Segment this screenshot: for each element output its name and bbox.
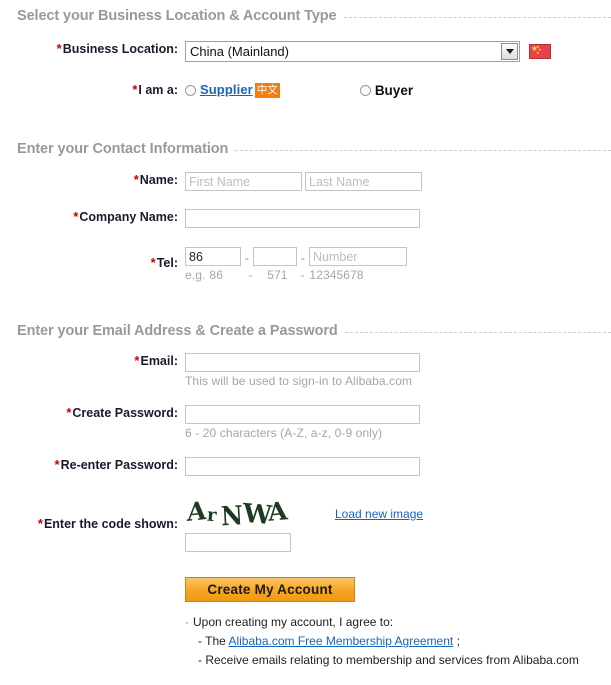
label-email-text: Email: [140, 354, 178, 368]
tel-hint-dash-2: - [300, 268, 305, 282]
supplier-option[interactable]: Supplier 中文 [200, 82, 280, 98]
business-location-select-wrap[interactable]: China (Mainland) [185, 41, 520, 62]
supplier-label[interactable]: Supplier [200, 82, 253, 97]
tel-number-input[interactable] [309, 247, 407, 266]
label-captcha-text: Enter the code shown: [43, 517, 178, 531]
captcha-char: A [266, 498, 289, 527]
row-email: *Email: This will be used to sign-in to … [0, 353, 611, 388]
section-header-account: Enter your Email Address & Create a Pass… [0, 323, 611, 339]
create-password-input[interactable] [185, 405, 420, 424]
terms-emails-line: - Receive emails relating to membership … [198, 653, 579, 667]
reenter-password-input[interactable] [185, 457, 420, 476]
row-reenter-password: *Re-enter Password: [0, 457, 611, 476]
label-reenter-password: *Re-enter Password: [0, 457, 185, 472]
business-location-select[interactable]: China (Mainland) [185, 41, 520, 62]
load-new-image-link[interactable]: Load new image [335, 507, 423, 521]
tel-fields: - - e.g. 86 - 571 - 12345678 [185, 247, 407, 282]
china-flag-icon: ★ ★ ★ ★ [529, 44, 551, 59]
terms-agreement-suffix: ; [456, 634, 460, 648]
submit-area: Create My Account [185, 577, 355, 602]
tel-separator-2: - [301, 250, 305, 265]
last-name-input[interactable] [305, 172, 422, 191]
terms-block: · Upon creating my account, I agree to: -… [185, 613, 605, 670]
label-captcha: *Enter the code shown: [0, 498, 185, 531]
radio-supplier[interactable] [185, 84, 196, 96]
section-title-location: Select your Business Location & Account … [17, 8, 337, 24]
captcha-char: A [187, 498, 207, 528]
terms-agreement-prefix: - The [198, 634, 226, 648]
section-title-contact: Enter your Contact Information [17, 141, 229, 157]
email-input[interactable] [185, 353, 420, 372]
tel-hint-area: 571 [267, 268, 288, 282]
account-type-options: Supplier 中文 Buyer [185, 82, 413, 98]
chinese-language-badge[interactable]: 中文 [254, 83, 280, 98]
label-company-name: *Company Name: [0, 209, 185, 224]
tel-area-code-input[interactable] [253, 247, 297, 266]
captcha-char: N [220, 498, 244, 528]
terms-intro-text: Upon creating my account, I agree to: [193, 615, 394, 629]
terms-intro-line: · Upon creating my account, I agree to: [185, 613, 605, 632]
captcha-image: A r N W A [185, 498, 305, 528]
tel-hint-prefix: e.g. [185, 268, 206, 282]
signup-form-page: Select your Business Location & Account … [0, 0, 611, 685]
label-tel-text: Tel: [156, 256, 178, 270]
label-account-type-text: I am a: [138, 83, 178, 97]
section-header-location: Select your Business Location & Account … [0, 8, 611, 24]
row-company-name: *Company Name: [0, 209, 611, 228]
company-name-input[interactable] [185, 209, 420, 228]
membership-agreement-link[interactable]: Alibaba.com Free Membership Agreement [228, 634, 453, 648]
tel-hint: e.g. 86 - 571 - 12345678 [185, 268, 407, 282]
label-business-location: *Business Location: [0, 41, 185, 56]
label-name-text: Name: [139, 173, 178, 187]
tel-hint-country: 86 [209, 268, 223, 282]
label-reenter-password-text: Re-enter Password: [60, 458, 178, 472]
create-account-button[interactable]: Create My Account [185, 577, 355, 602]
row-name: *Name: [0, 172, 611, 191]
first-name-input[interactable] [185, 172, 302, 191]
tel-hint-number: 12345678 [309, 268, 364, 282]
label-name: *Name: [0, 172, 185, 187]
bullet-marker: · [185, 615, 189, 629]
section-divider-contact [235, 149, 611, 151]
radio-buyer[interactable] [359, 84, 371, 96]
password-hint: 6 - 20 characters (A-Z, a-z, 0-9 only) [185, 426, 383, 440]
captcha-input[interactable] [185, 533, 291, 552]
row-business-location: *Business Location: China (Mainland) ★ ★… [0, 41, 611, 62]
section-divider-location [343, 16, 611, 18]
section-divider-account [344, 331, 611, 333]
row-create-password: *Create Password: 6 - 20 characters (A-Z… [0, 405, 611, 440]
row-captcha: *Enter the code shown: A r N W A Load ne… [0, 498, 611, 552]
label-email: *Email: [0, 353, 185, 368]
email-hint: This will be used to sign-in to Alibaba.… [185, 374, 413, 388]
label-create-password-text: Create Password: [72, 406, 178, 420]
password-field-group: 6 - 20 characters (A-Z, a-z, 0-9 only) [185, 405, 420, 440]
tel-country-code-input[interactable] [185, 247, 241, 266]
row-tel: *Tel: - - e.g. 86 - 571 - 12345678 [0, 247, 611, 282]
buyer-label[interactable]: Buyer [375, 83, 413, 98]
section-title-account: Enter your Email Address & Create a Pass… [17, 323, 338, 339]
tel-hint-dash-1: - [248, 268, 253, 282]
row-account-type: *I am a: Supplier 中文 Buyer [0, 82, 611, 98]
label-company-name-text: Company Name: [79, 210, 178, 224]
label-business-location-text: Business Location: [62, 42, 178, 56]
label-create-password: *Create Password: [0, 405, 185, 420]
captcha-char: r [206, 504, 218, 527]
terms-agreement-line: - The Alibaba.com Free Membership Agreem… [185, 632, 605, 651]
section-header-contact: Enter your Contact Information [0, 141, 611, 157]
captcha-group: A r N W A Load new image [185, 498, 423, 552]
email-field-group: This will be used to sign-in to Alibaba.… [185, 353, 420, 388]
tel-separator-1: - [245, 250, 249, 265]
label-account-type: *I am a: [0, 82, 185, 97]
label-tel: *Tel: [0, 247, 185, 270]
